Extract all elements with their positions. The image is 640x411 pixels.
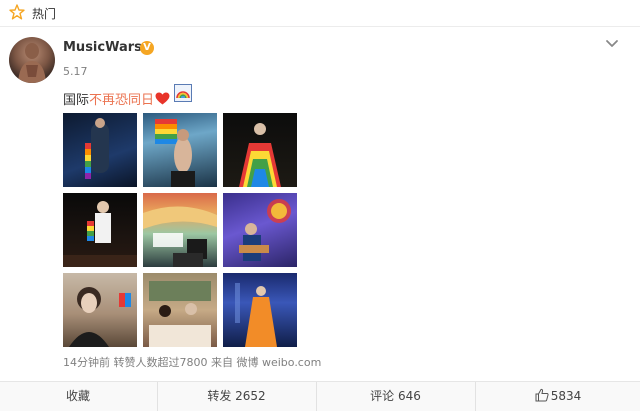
- heart-icon: [155, 92, 170, 105]
- rainbow-flag-icon: [174, 84, 192, 102]
- photo-8[interactable]: [143, 273, 217, 347]
- post-text-prefix: 国际: [63, 93, 90, 108]
- photo-4[interactable]: [63, 193, 137, 267]
- repost-button[interactable]: 转发 2652: [157, 382, 315, 411]
- star-icon: [9, 4, 25, 20]
- photo-7[interactable]: [63, 273, 137, 347]
- avatar[interactable]: [9, 37, 55, 83]
- like-button[interactable]: 5834: [475, 382, 640, 411]
- photo-9[interactable]: [223, 273, 297, 347]
- chevron-down-icon[interactable]: [604, 35, 620, 51]
- image-grid: [63, 113, 297, 347]
- hot-label[interactable]: 热门: [32, 5, 56, 22]
- comment-button[interactable]: 评论 646: [316, 382, 474, 411]
- post-text-highlight[interactable]: 不再恐同日: [89, 93, 154, 108]
- hot-header: 热门: [0, 0, 640, 27]
- photo-1[interactable]: [63, 113, 137, 187]
- photo-3[interactable]: [223, 113, 297, 187]
- action-bar: 收藏 转发 2652 评论 646 5834: [0, 381, 640, 411]
- photo-2[interactable]: [143, 113, 217, 187]
- like-count: 5834: [550, 389, 582, 403]
- photo-6[interactable]: [223, 193, 297, 267]
- avatar-figure: [18, 43, 46, 83]
- thumbs-up-icon: [535, 388, 549, 402]
- photo-5[interactable]: [143, 193, 217, 267]
- username[interactable]: MusicWars: [63, 40, 142, 55]
- post-meta: 14分钟前 转赞人数超过7800 来自 微博 weibo.com: [63, 356, 322, 369]
- favorite-button[interactable]: 收藏: [0, 382, 156, 411]
- post-date[interactable]: 5.17: [63, 65, 88, 78]
- verified-badge-icon: V: [140, 41, 154, 55]
- post-text: 国际不再恐同日: [63, 89, 170, 108]
